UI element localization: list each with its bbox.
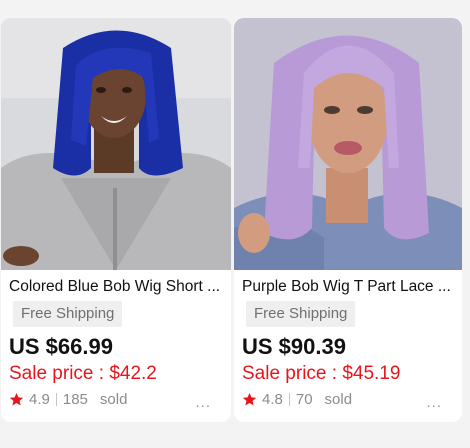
product-photo-purple-bob	[234, 18, 462, 270]
star-icon	[242, 392, 257, 406]
rating-row: 4.8 70 sold	[242, 391, 352, 408]
product-image[interactable]	[234, 18, 462, 270]
divider	[288, 393, 290, 406]
product-price: US $90.39	[242, 334, 346, 359]
product-title[interactable]: Purple Bob Wig T Part Lace ...	[242, 278, 452, 296]
rating-value: 4.8	[262, 391, 283, 408]
product-grid: Colored Blue Bob Wig Short ... Free Ship…	[0, 0, 470, 448]
rating-row: 4.9 185 sold	[9, 391, 127, 408]
more-options-icon[interactable]: ...	[426, 394, 442, 411]
product-photo-blue-bob	[1, 18, 231, 270]
star-icon	[9, 392, 24, 406]
divider	[55, 393, 57, 406]
sale-price: Sale price : $45.19	[242, 363, 401, 384]
product-price: US $66.99	[9, 334, 113, 359]
product-card-purple-bob-wig[interactable]: Purple Bob Wig T Part Lace ... Free Ship…	[234, 18, 462, 422]
review-count: 185	[62, 391, 88, 408]
product-card-blue-bob-wig[interactable]: Colored Blue Bob Wig Short ... Free Ship…	[1, 18, 231, 422]
free-shipping-badge: Free Shipping	[13, 301, 123, 327]
free-shipping-badge: Free Shipping	[246, 301, 356, 327]
review-count: 70	[295, 391, 313, 408]
sold-label: sold	[324, 391, 353, 408]
rating-value: 4.9	[29, 391, 50, 408]
product-title[interactable]: Colored Blue Bob Wig Short ...	[9, 278, 221, 296]
sold-label: sold	[99, 391, 128, 408]
sale-price: Sale price : $42.2	[9, 363, 157, 384]
more-options-icon[interactable]: ...	[195, 394, 211, 411]
product-image[interactable]	[1, 18, 231, 270]
